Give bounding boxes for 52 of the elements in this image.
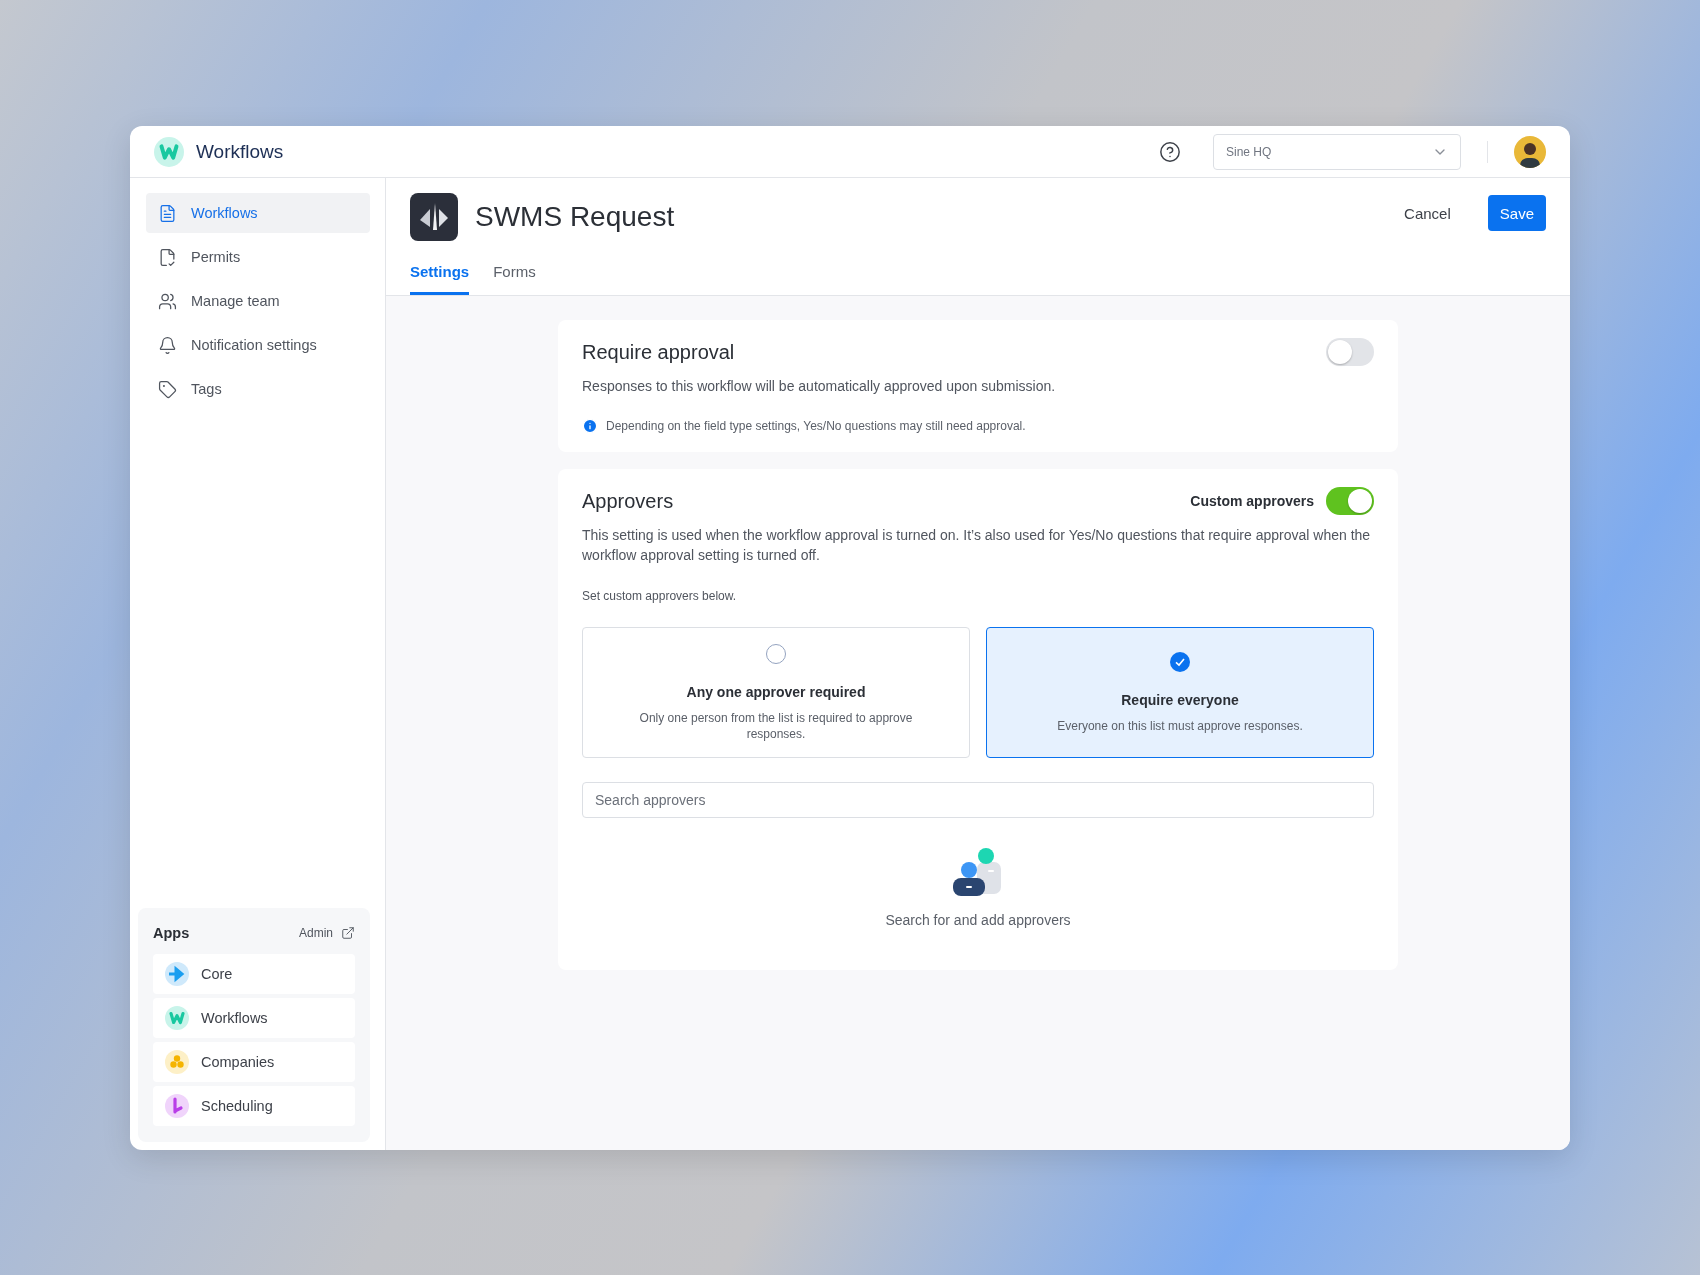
admin-link[interactable]: Admin — [299, 926, 355, 940]
document-icon — [158, 203, 177, 223]
sidebar-item[interactable]: Workflows — [146, 193, 370, 233]
info-note: Depending on the field type settings, Yes/No questions may still need approval. — [606, 419, 1026, 433]
cancel-button[interactable]: Cancel — [1392, 196, 1463, 230]
empty-state-text: Search for and add approvers — [885, 912, 1071, 928]
external-link-icon — [341, 926, 355, 940]
sidebar-item[interactable]: Permits — [146, 237, 370, 277]
info-icon — [582, 418, 598, 434]
tab[interactable]: Settings — [410, 257, 470, 295]
card-title: Approvers — [582, 489, 675, 513]
app-logo-icon — [165, 1006, 189, 1030]
app-name: Workflows — [196, 140, 285, 163]
toggle-switch[interactable] — [1326, 338, 1374, 366]
card-title: Require approval — [582, 340, 736, 364]
users-icon — [158, 291, 177, 311]
sidebar-item[interactable]: Tags — [146, 369, 370, 409]
option-title: Require everyone — [1121, 691, 1239, 708]
app-item[interactable]: Scheduling — [153, 1086, 355, 1126]
radio-button[interactable] — [766, 643, 786, 664]
help-icon[interactable] — [1159, 140, 1181, 163]
option-card[interactable]: Any one approver required Only one person from the list is required to approve responses. — [582, 627, 970, 758]
page-title: SWMS Request — [475, 201, 676, 233]
app-logo-icon — [154, 136, 184, 167]
document-check-icon — [158, 247, 177, 267]
workflow-logo-icon — [410, 193, 458, 241]
apps-title: Apps — [153, 925, 190, 941]
triangle-dots-icon — [165, 1050, 189, 1074]
option-card[interactable]: Require everyone Everyone on this list must approve responses. — [986, 627, 1374, 758]
tab[interactable]: Forms — [493, 257, 536, 295]
app-item[interactable]: Core — [153, 954, 355, 994]
toggle-label: Custom approvers — [1190, 493, 1314, 509]
card-description: Responses to this workflow will be automatically approved upon submission. — [582, 377, 1057, 396]
organization-select[interactable]: Sine HQ — [1213, 133, 1461, 170]
app-item[interactable]: Companies — [153, 1042, 355, 1082]
option-description: Everyone on this list must approve responses. — [1057, 717, 1303, 734]
sidebar-item[interactable]: Notification settings — [146, 325, 370, 365]
card-description: This setting is used when the workflow approval is turned on. It’s also used for Yes/No questions that require approval when the workflow approval setting is turned off. — [582, 526, 1372, 565]
sidebar-item[interactable]: Manage team — [146, 281, 370, 321]
option-title: Any one approver required — [686, 683, 866, 700]
search-field[interactable]: Search approvers — [582, 782, 1374, 818]
bell-icon — [158, 335, 177, 355]
l-shape-icon — [165, 1094, 189, 1118]
app-item[interactable]: Workflows — [153, 998, 355, 1038]
toggle-switch[interactable] — [1326, 487, 1374, 515]
hint-text: Set custom approvers below. — [582, 589, 738, 603]
people-icon — [953, 848, 1003, 896]
avatar[interactable] — [1514, 135, 1546, 168]
option-description: Only one person from the list is required to approve responses. — [638, 709, 914, 742]
tag-icon — [158, 379, 177, 399]
save-button[interactable]: Save — [1487, 195, 1546, 231]
radio-button[interactable] — [1170, 651, 1190, 672]
